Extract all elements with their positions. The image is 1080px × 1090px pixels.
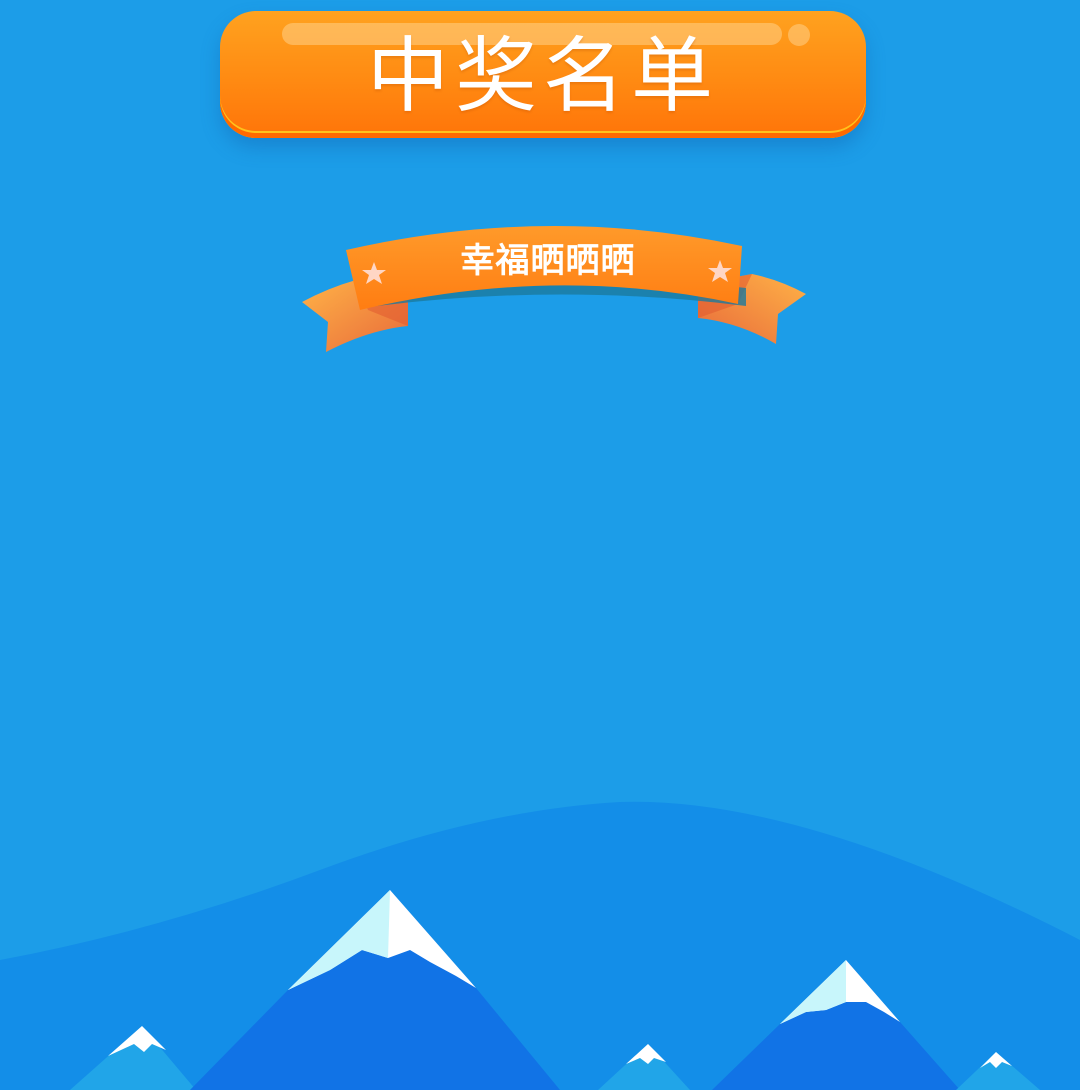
winner-list-page: 中奖名单 幸福晒晒晒 xyxy=(0,0,1080,1090)
winner-list-button[interactable]: 中奖名单 xyxy=(220,11,866,138)
ribbon-graphic: 幸福晒晒晒 xyxy=(302,225,806,352)
mountain-landscape xyxy=(0,790,1080,1090)
landscape-graphic xyxy=(0,801,1080,1090)
ribbon-text: 幸福晒晒晒 xyxy=(461,241,636,281)
winner-list-title: 中奖名单 xyxy=(366,28,719,124)
button-gloss-dot xyxy=(788,24,810,46)
happy-share-ribbon: 幸福晒晒晒 xyxy=(298,218,810,358)
